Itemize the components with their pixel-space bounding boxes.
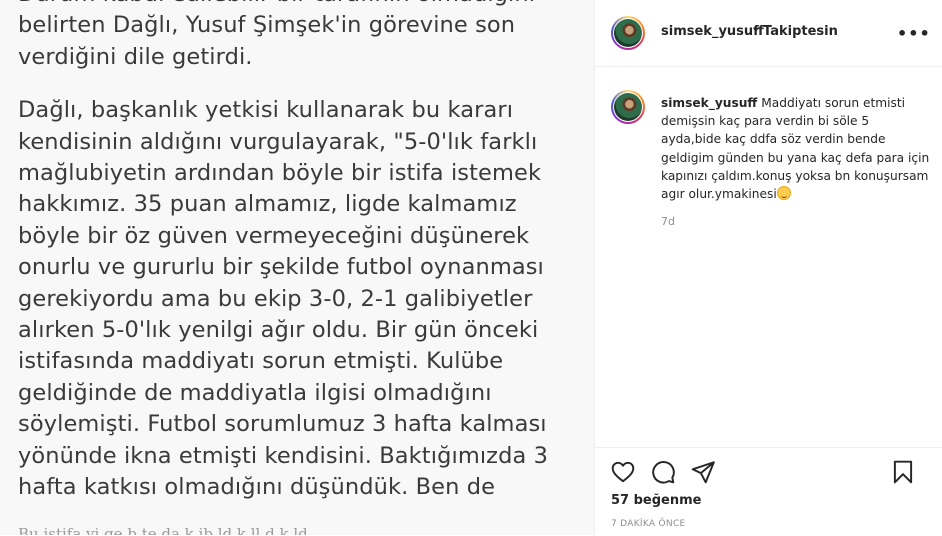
more-horizontal-icon[interactable]: •••	[897, 26, 931, 42]
post-image[interactable]: Durum kabul edilebilir bir tarafının olm…	[0, 0, 594, 535]
grinning-face-emoji-icon	[776, 186, 791, 201]
article-paragraph-2: Dağlı, başkanlık yetkisi kullanarak bu k…	[18, 97, 549, 501]
avatar[interactable]	[611, 16, 645, 50]
bookmark-icon[interactable]	[890, 459, 916, 485]
post-timestamp[interactable]: 7 DAKİKA ÖNCE	[611, 519, 686, 529]
heart-icon[interactable]	[610, 459, 636, 485]
comment-timestamp[interactable]: 7d	[661, 215, 675, 228]
avatar[interactable]	[611, 90, 645, 124]
article-paragraph-1: Durum kabul edilebilir bir tarafının olm…	[18, 0, 535, 70]
comment-body: simsek_yusuff Maddiyatı sorun etmisti dem…	[661, 94, 933, 203]
article-footer: Bu istifa yi ge b te da k ib ld k ll d k…	[18, 525, 308, 535]
comment-text: Maddiyatı sorun etmisti demişsin kaç par…	[661, 96, 930, 202]
follow-status[interactable]: Takiptesin	[763, 24, 838, 39]
post-header: simsek_yusuff • Takiptesin •••	[595, 0, 942, 67]
comment-icon[interactable]	[650, 459, 676, 485]
post-panel: simsek_yusuff • Takiptesin ••• simsek_yu…	[594, 0, 942, 535]
share-icon[interactable]	[690, 459, 716, 485]
article-text: Durum kabul edilebilir bir tarafının olm…	[18, 0, 578, 526]
actions-bar: 57 beğenme 7 DAKİKA ÖNCE	[595, 447, 942, 536]
header-username[interactable]: simsek_yusuff	[661, 24, 764, 39]
likes-count[interactable]: 57 beğenme	[611, 493, 701, 508]
separator-dot: •	[752, 23, 760, 38]
comment-username[interactable]: simsek_yusuff	[661, 96, 757, 110]
